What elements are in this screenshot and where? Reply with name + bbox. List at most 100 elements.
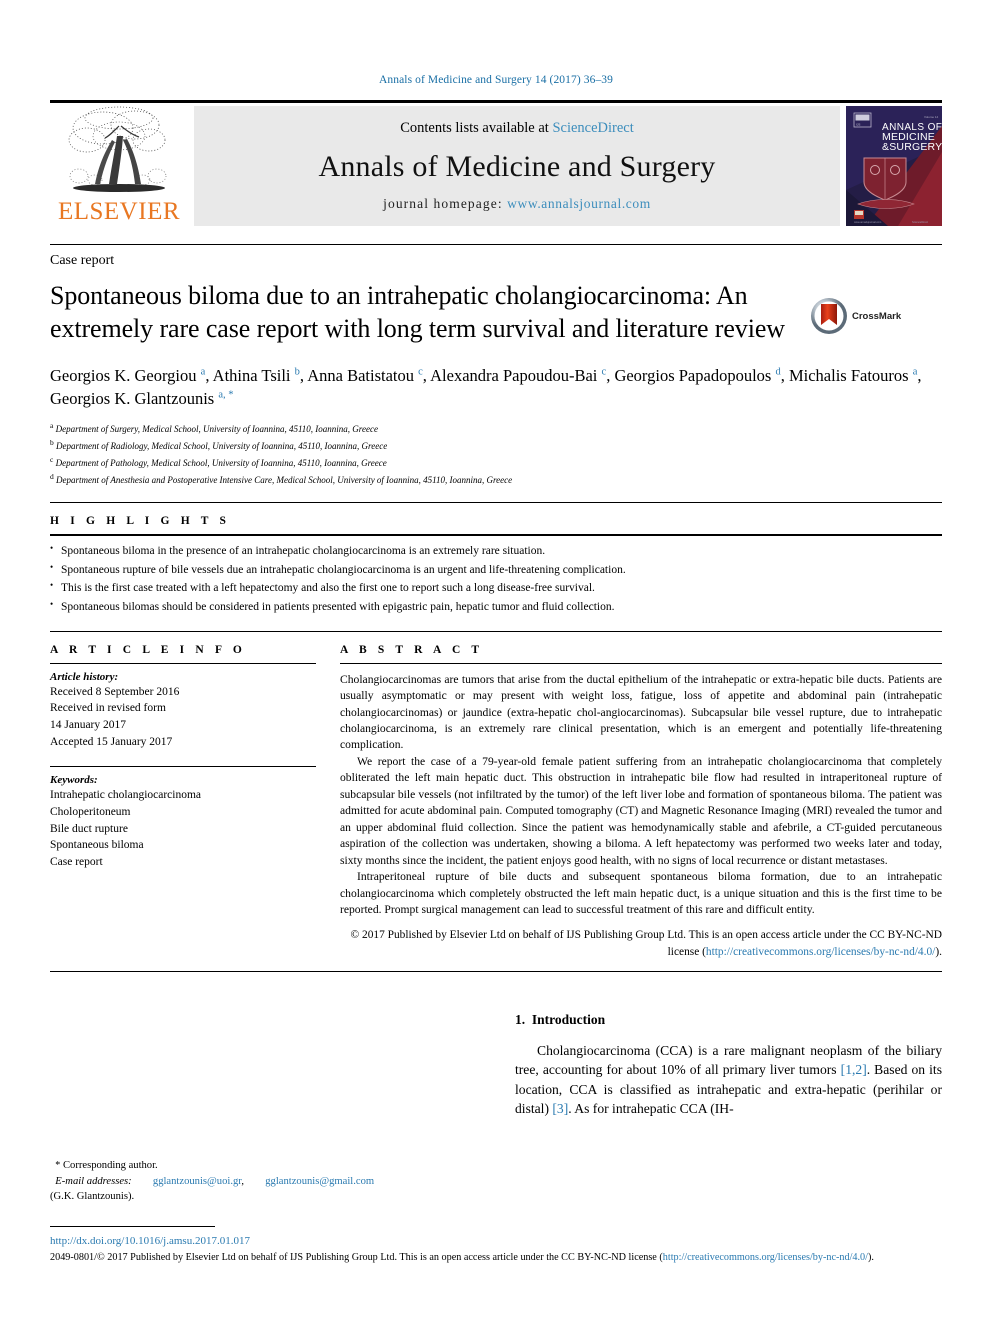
divider-above-highlights — [50, 502, 942, 504]
page-footer: http://dx.doi.org/10.1016/j.amsu.2017.01… — [50, 1226, 942, 1266]
journal-homepage-link[interactable]: www.annalsjournal.com — [507, 196, 651, 211]
homepage-prefix: journal homepage: — [383, 196, 508, 211]
journal-title: Annals of Medicine and Surgery — [318, 149, 716, 183]
abstract-column: A B S T R A C T Cholangiocarcinomas are … — [340, 644, 942, 960]
crossmark-badge[interactable]: CrossMark — [810, 297, 910, 335]
elsevier-tree-icon — [68, 106, 167, 192]
citation-ref-3[interactable]: [3] — [552, 1101, 568, 1116]
affiliation-mark: a — [50, 421, 54, 431]
author-affiliation-mark: a — [200, 366, 206, 378]
doi-link[interactable]: http://dx.doi.org/10.1016/j.amsu.2017.01… — [50, 1235, 250, 1247]
article-history-line: Received in revised form — [50, 702, 166, 715]
issn-tail: ). — [867, 1252, 874, 1263]
author-name: Alexandra Papoudou-Bai — [430, 365, 602, 385]
keyword-item: Spontaneous biloma — [50, 839, 144, 852]
svg-text:IJS: IJS — [856, 123, 860, 127]
footer-cc-license-link[interactable]: http://creativecommons.org/licenses/by-n… — [663, 1252, 868, 1263]
keywords-lines: Intrahepatic cholangiocarcinoma Choloperi… — [50, 787, 316, 870]
crossmark-icon — [811, 298, 847, 334]
affiliation-item: b Department of Radiology, Medical Schoo… — [50, 438, 388, 452]
email-label: E-mail addresses: — [55, 1175, 132, 1187]
svg-text:&SURGERY: &SURGERY — [882, 141, 942, 153]
affiliation-mark: c — [50, 455, 54, 465]
abstract-paragraph: Cholangiocarcinomas are tumors that aris… — [340, 672, 942, 752]
affiliation-item: a Department of Surgery, Medical School,… — [50, 421, 378, 435]
abstract-heading: A B S T R A C T — [340, 643, 484, 656]
keyword-item: Intrahepatic cholangiocarcinoma — [50, 789, 202, 802]
issn-text: 2049-0801/© 2017 Published by Elsevier L… — [50, 1252, 663, 1263]
affiliation-item: d Department of Anesthesia and Postopera… — [50, 472, 513, 486]
journal-homepage-line: journal homepage: www.annalsjournal.com — [383, 196, 651, 212]
corresponding-author-line: * Corresponding author. — [50, 1158, 475, 1174]
article-history-lines: Received 8 September 2016 Received in rev… — [50, 684, 316, 751]
abstract-paragraph: We report the case of a 79-year-old fema… — [340, 754, 942, 867]
article-history-line: 14 January 2017 — [50, 718, 127, 731]
contents-prefix: Contents lists available at — [400, 120, 553, 136]
divider-above-type — [50, 244, 942, 245]
cc-license-link[interactable]: http://creativecommons.org/licenses/by-n… — [706, 946, 935, 958]
body-columns: 1. Introduction Cholangiocarcinoma (CCA)… — [50, 1012, 942, 1119]
affiliation-mark: d — [50, 472, 54, 482]
email-separator: , — [241, 1175, 245, 1187]
email-addresses-line: E-mail addresses: gglantzounis@uoi.gr, g… — [50, 1174, 475, 1189]
author-affiliation-mark: c — [601, 366, 607, 378]
article-info-column: A R T I C L E I N F O Article history: R… — [50, 644, 340, 960]
divider-below-abstract — [50, 970, 942, 972]
author-name: Athina Tsili — [212, 365, 295, 385]
svg-text:ScienceDirect: ScienceDirect — [912, 220, 928, 224]
article-history-line: Accepted 15 January 2017 — [50, 735, 173, 748]
highlight-item: Spontaneous bilomas should be considered… — [50, 597, 942, 617]
elsevier-wordmark: ELSEVIER — [57, 198, 181, 225]
introduction-heading: 1. Introduction — [515, 1012, 942, 1028]
contents-available-line: Contents lists available at ScienceDirec… — [400, 120, 634, 137]
abstract-paragraph: Intraperitoneal rupture of bile ducts an… — [340, 870, 942, 916]
highlight-item: This is the first case treated with a le… — [50, 578, 942, 598]
affiliation-mark: b — [50, 438, 54, 448]
affiliation-list: a Department of Surgery, Medical School,… — [50, 420, 942, 488]
svg-text:Volume 14: Volume 14 — [924, 115, 939, 119]
corresponding-author-footnote: * Corresponding author. E-mail addresses… — [50, 1158, 475, 1204]
corresponding-author-text: Corresponding author. — [62, 1160, 158, 1171]
author-affiliation-mark: c — [418, 366, 423, 378]
abstract-copyright: © 2017 Published by Elsevier Ltd on beha… — [340, 927, 943, 959]
author-affiliation-mark: a, * — [218, 389, 234, 401]
author-name: Georgios K. Glantzounis — [50, 389, 219, 409]
highlight-item: Spontaneous rupture of bile vessels due … — [50, 560, 942, 580]
running-head: Annals of Medicine and Surgery 14 (2017)… — [378, 74, 614, 86]
intro-text-3: . As for intrahepatic CCA (IH- — [568, 1101, 734, 1117]
keyword-item: Case report — [50, 856, 103, 868]
highlight-item: Spontaneous biloma in the presence of an… — [50, 541, 942, 561]
info-abstract-row: A R T I C L E I N F O Article history: R… — [50, 630, 942, 960]
author-name: Georgios Papadopoulos — [614, 365, 776, 385]
asterisk-icon: * — [55, 1160, 61, 1171]
issn-copyright-line: 2049-0801/© 2017 Published by Elsevier L… — [50, 1251, 942, 1266]
email-attribution: (G.K. Glantzounis). — [50, 1190, 135, 1202]
email-link-1[interactable]: gglantzounis@uoi.gr — [153, 1176, 241, 1187]
sciencedirect-link[interactable]: ScienceDirect — [552, 120, 633, 136]
author-affiliation-mark: d — [775, 366, 781, 378]
body-right-column: 1. Introduction Cholangiocarcinoma (CCA)… — [515, 1012, 942, 1119]
elsevier-logo: ELSEVIER — [50, 106, 188, 226]
author-name: Anna Batistatou — [307, 365, 419, 385]
article-history-line: Received 8 September 2016 — [50, 685, 180, 698]
introduction-paragraph: Cholangiocarcinoma (CCA) is a rare malig… — [515, 1041, 942, 1119]
highlights-list: Spontaneous biloma in the presence of an… — [50, 541, 942, 617]
citation-ref-1[interactable]: [1,2] — [841, 1062, 867, 1077]
article-type: Case report — [50, 253, 115, 268]
article-head: Case report Spontaneous biloma due to an… — [50, 244, 942, 1119]
journal-cover-image: IJS Volume 14 ANNALS OF MEDICINE &SURGER… — [846, 106, 942, 226]
author-affiliation-mark: b — [294, 366, 300, 378]
introduction-number: 1. — [515, 1011, 526, 1027]
divider-article-info — [50, 662, 316, 664]
footer-divider — [50, 1226, 215, 1227]
crossmark-label: CrossMark — [852, 310, 902, 322]
article-history-label: Article history: — [50, 670, 119, 683]
body-left-column — [50, 1012, 515, 1119]
email-link-2[interactable]: gglantzounis@gmail.com — [265, 1176, 374, 1187]
page-title: Spontaneous biloma due to an intrahepati… — [50, 281, 785, 344]
author-list: Georgios K. Georgiou a, Athina Tsili b, … — [50, 365, 922, 409]
svg-text:www.annalsjournal.com: www.annalsjournal.com — [854, 220, 881, 224]
journal-banner: ELSEVIER Contents lists available at Sci… — [50, 100, 942, 226]
divider-highlights — [50, 534, 942, 537]
abstract-paragraphs: Cholangiocarcinomas are tumors that aris… — [340, 672, 942, 919]
